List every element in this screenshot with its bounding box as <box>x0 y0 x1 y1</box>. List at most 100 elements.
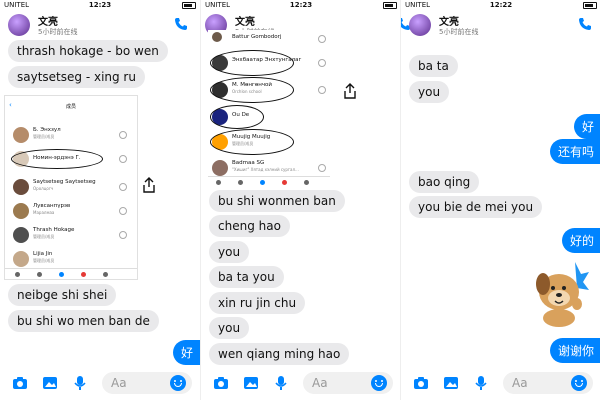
share-icon[interactable] <box>343 83 357 99</box>
message-in[interactable]: you <box>409 81 450 103</box>
input-placeholder: Aa <box>512 376 528 390</box>
dog-sticker[interactable] <box>529 258 589 328</box>
emoji-icon[interactable] <box>571 375 587 391</box>
member-role: 管理员/成员 <box>33 134 55 139</box>
photo-icon[interactable] <box>243 375 259 391</box>
message-in[interactable]: ba ta <box>409 55 458 77</box>
emoji-icon[interactable] <box>371 375 387 391</box>
camera-icon[interactable] <box>213 375 229 391</box>
handdrawn-circle <box>210 77 294 103</box>
call-icon[interactable] <box>578 17 592 31</box>
contact-name[interactable]: 文亮 <box>38 13 58 28</box>
tab-bar <box>208 176 330 185</box>
input-placeholder: Aa <box>312 376 328 390</box>
avatar <box>212 32 222 42</box>
avatar <box>13 179 29 195</box>
message-in[interactable]: saytsetseg - xing ru <box>8 66 145 88</box>
handdrawn-circle <box>210 129 294 155</box>
add-icon <box>318 35 326 43</box>
message-in[interactable]: wen qiang ming hao <box>209 343 350 365</box>
message-out[interactable]: 好的 <box>561 228 600 253</box>
message-in[interactable]: cheng hao <box>209 215 290 237</box>
handdrawn-circle <box>210 105 264 129</box>
photo-icon[interactable] <box>443 375 459 391</box>
message-in[interactable]: you bie de mei you <box>409 196 543 218</box>
message-in[interactable]: you <box>209 317 250 339</box>
message-in[interactable]: xin ru jin chu <box>209 292 306 314</box>
handdrawn-circle <box>210 50 294 76</box>
share-icon[interactable] <box>142 177 156 193</box>
add-icon <box>119 207 127 215</box>
avatar <box>13 127 29 143</box>
message-out[interactable]: 好 <box>172 340 200 365</box>
chat-header: 文亮 5小时前在线 <box>0 12 200 40</box>
last-seen: 5小时前在线 <box>439 28 479 36</box>
status-bar: UNITEL 12:23 <box>201 0 401 12</box>
message-in[interactable]: you <box>209 241 250 263</box>
message-in[interactable]: bu shi wo men ban de <box>8 310 159 332</box>
camera-icon[interactable] <box>12 375 28 391</box>
photo-icon[interactable] <box>42 375 58 391</box>
tab-bar <box>5 268 137 279</box>
message-in[interactable]: bao qing <box>409 171 480 193</box>
member-role: "Хишиг" Хятад хэлний сургал... <box>232 167 299 172</box>
call-icon[interactable] <box>174 17 188 31</box>
add-icon <box>318 86 326 94</box>
clock: 12:22 <box>489 1 513 9</box>
add-icon <box>119 131 127 139</box>
chat-panel-3: UNITEL 12:22 文亮 5小时前在线 ba ta you 好 还有吗 b… <box>400 0 600 400</box>
microphone-icon[interactable] <box>273 375 289 391</box>
contact-name[interactable]: 文亮 <box>439 13 459 28</box>
message-out[interactable]: 好 <box>573 114 600 139</box>
member-role: 管理员/成员 <box>33 234 55 239</box>
avatar <box>13 251 29 267</box>
avatar <box>13 227 29 243</box>
microphone-icon[interactable] <box>473 375 489 391</box>
member-role: 管理员/成员 <box>33 258 55 263</box>
message-in[interactable]: ba ta you <box>209 266 284 288</box>
microphone-icon[interactable] <box>72 375 88 391</box>
member-row: Б. Энхзул 管理员/成员 <box>5 124 137 146</box>
status-bar: UNITEL 12:22 <box>401 0 600 12</box>
message-in[interactable]: thrash hokage - bo wen <box>8 40 168 62</box>
add-icon <box>119 231 127 239</box>
battery-icon <box>182 1 196 9</box>
member-row: Lijia Jin 管理员/成员 <box>5 248 137 270</box>
add-icon <box>318 164 326 172</box>
message-out[interactable]: 还有吗 <box>549 139 600 164</box>
member-name: Badmaa SG <box>232 160 265 166</box>
member-name: Saytsetseg Saytsetseg <box>33 179 96 185</box>
emoji-icon[interactable] <box>170 375 186 391</box>
member-name: Thrash Hokage <box>33 227 75 233</box>
avatar[interactable] <box>8 14 30 36</box>
add-icon <box>318 59 326 67</box>
composite-screenshot: UNITEL 12:23 文亮 5小时前在线 thrash hokage - b… <box>0 0 600 400</box>
shared-screenshot-image[interactable]: ‹ 成员 Б. Энхзул 管理员/成员 Номин-эрдэнэ Г. Sa… <box>4 95 138 280</box>
member-row: Thrash Hokage 管理员/成员 <box>5 224 137 246</box>
chat-panel-1: UNITEL 12:23 文亮 5小时前在线 thrash hokage - b… <box>0 0 200 400</box>
last-seen: 5小时前在线 <box>38 28 78 36</box>
camera-icon[interactable] <box>413 375 429 391</box>
battery-icon <box>583 1 597 9</box>
shared-screenshot-image[interactable]: Battur Gombodorj Энхбаатар Энхтунгалаг М… <box>208 30 330 185</box>
member-name: Б. Энхзул <box>33 127 61 133</box>
chat-header: 文亮 5小时前在线 <box>401 12 600 40</box>
contact-name[interactable]: 文亮 <box>235 13 255 28</box>
clock: 12:23 <box>289 1 313 9</box>
status-bar: UNITEL 12:23 <box>0 0 200 12</box>
add-icon <box>119 155 127 163</box>
composer: Aa <box>0 366 200 400</box>
avatar[interactable] <box>409 14 431 36</box>
member-name: Battur Gombodorj <box>232 34 282 40</box>
member-row: Saytsetseg Saytsetseg Оролцогч <box>5 176 137 198</box>
input-placeholder: Aa <box>111 376 127 390</box>
member-name: Lijia Jin <box>33 251 53 257</box>
message-out[interactable]: 谢谢你 <box>549 338 600 363</box>
member-name: Лувсанпүрэв <box>33 203 71 209</box>
member-row: Лувсанпүрэв Маралмаа <box>5 200 137 222</box>
avatar <box>13 203 29 219</box>
member-role: Оролцогч <box>33 186 54 191</box>
message-in[interactable]: bu shi wonmen ban <box>209 190 345 212</box>
handdrawn-circle <box>11 149 103 169</box>
message-in[interactable]: neibge shi shei <box>8 284 117 306</box>
